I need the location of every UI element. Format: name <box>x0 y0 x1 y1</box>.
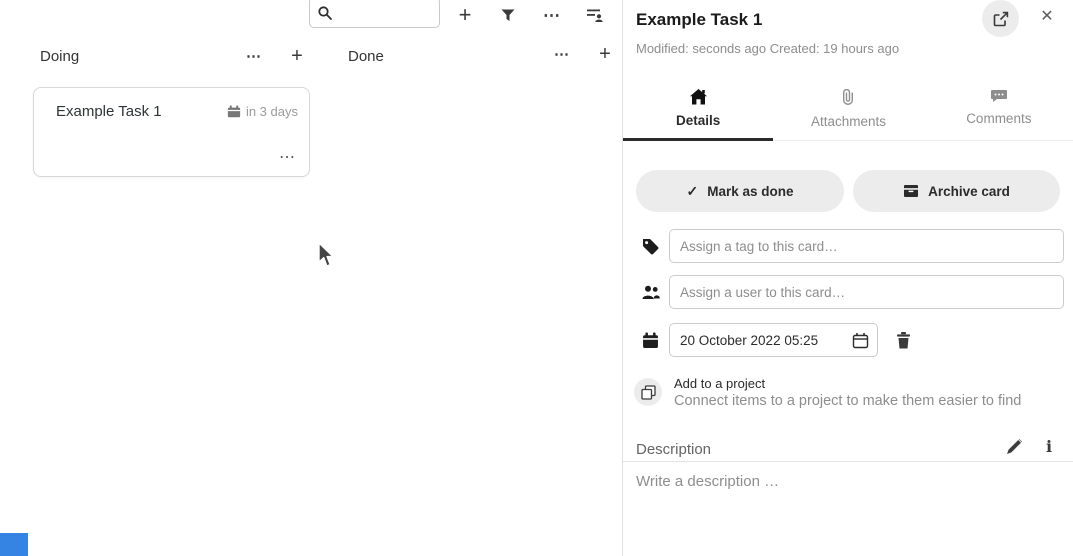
ellipsis-icon: ⋯ <box>279 149 295 166</box>
card-due-text: in 3 days <box>246 104 298 119</box>
filter-button[interactable] <box>494 1 522 29</box>
calendar-picker-icon[interactable] <box>852 332 869 349</box>
due-date-value: 20 October 2022 05:25 <box>680 333 852 348</box>
tab-details-label: Details <box>676 113 720 128</box>
plus-icon: + <box>459 4 472 26</box>
description-placeholder[interactable]: Write a description … <box>636 473 779 490</box>
board-more-button[interactable]: ⋯ <box>538 2 566 28</box>
description-divider <box>623 461 1073 462</box>
task-card[interactable]: Example Task 1 in 3 days ⋯ <box>33 87 310 177</box>
mouse-cursor <box>317 242 337 269</box>
panel-title: Example Task 1 <box>636 10 762 30</box>
ellipsis-icon: ⋯ <box>246 49 262 64</box>
column-done-more-button[interactable]: ⋯ <box>550 43 574 65</box>
mark-as-done-label: Mark as done <box>707 184 793 199</box>
column-doing-add-button[interactable]: + <box>285 43 309 69</box>
tab-attachments[interactable]: Attachments <box>773 84 923 140</box>
close-icon: ✕ <box>1040 8 1053 25</box>
calendar-icon <box>227 105 241 119</box>
card-due-badge: in 3 days <box>227 104 298 119</box>
archive-box-icon <box>903 184 919 198</box>
home-icon <box>690 89 707 105</box>
kanban-board: + ⋯ Doing ⋯ + Done ⋯ <box>0 0 622 556</box>
users-icon <box>642 284 660 300</box>
tab-attachments-label: Attachments <box>811 114 886 129</box>
card-more-button[interactable]: ⋯ <box>279 150 295 166</box>
search-input[interactable] <box>338 5 439 20</box>
external-link-icon <box>993 11 1009 27</box>
search-box[interactable] <box>309 0 440 28</box>
add-to-project-title: Add to a project <box>674 376 765 391</box>
column-title-doing: Doing <box>40 48 79 65</box>
card-details-panel: Example Task 1 Modified: seconds ago Cre… <box>622 0 1073 556</box>
remove-date-button[interactable] <box>887 323 919 357</box>
tab-comments-label: Comments <box>966 111 1031 126</box>
bottom-left-accent <box>0 533 28 556</box>
tag-icon <box>642 238 659 255</box>
panel-meta-text: Modified: seconds ago Created: 19 hours … <box>636 41 899 56</box>
active-tab-indicator <box>623 138 773 141</box>
column-doing-more-button[interactable]: ⋯ <box>242 45 266 67</box>
plus-icon: + <box>599 44 611 64</box>
edit-description-button[interactable] <box>1002 437 1026 459</box>
list-user-icon <box>587 8 603 23</box>
description-info-button[interactable]: i <box>1038 435 1060 457</box>
due-date-field[interactable]: 20 October 2022 05:25 <box>669 323 878 357</box>
calendar-icon <box>642 332 659 349</box>
app-window: + ⋯ Doing ⋯ + Done ⋯ <box>0 0 1073 556</box>
column-done-add-button[interactable]: + <box>593 41 617 67</box>
archive-card-button[interactable]: Archive card <box>853 170 1060 212</box>
search-icon <box>318 6 332 20</box>
projects-icon <box>641 385 656 400</box>
ellipsis-icon: ⋯ <box>543 7 561 24</box>
assigned-view-button[interactable] <box>580 1 610 29</box>
trash-icon <box>896 332 911 349</box>
column-title-done: Done <box>348 48 384 65</box>
check-icon: ✓ <box>686 183 698 200</box>
filter-funnel-icon <box>501 9 515 22</box>
tab-details[interactable]: Details <box>623 84 773 140</box>
comment-bubble-icon <box>991 89 1007 103</box>
tab-comments[interactable]: Comments <box>924 84 1073 140</box>
paperclip-icon <box>842 89 854 106</box>
assign-tag-input[interactable] <box>669 229 1064 263</box>
add-to-project-button[interactable] <box>634 378 662 406</box>
ellipsis-icon: ⋯ <box>554 47 570 62</box>
mark-as-done-button[interactable]: ✓ Mark as done <box>636 170 844 212</box>
open-in-window-button[interactable] <box>982 0 1019 37</box>
info-icon: i <box>1046 437 1052 456</box>
archive-card-label: Archive card <box>928 184 1010 199</box>
assign-user-input[interactable] <box>669 275 1064 309</box>
panel-tabs: Details Attachments Comments <box>623 84 1073 141</box>
description-label: Description <box>636 441 711 458</box>
card-title: Example Task 1 <box>56 103 162 120</box>
plus-icon: + <box>291 46 303 66</box>
close-panel-button[interactable]: ✕ <box>1035 5 1059 29</box>
board-add-button[interactable]: + <box>450 1 480 29</box>
pencil-icon <box>1006 438 1023 455</box>
add-to-project-subtitle: Connect items to a project to make them … <box>674 393 1021 409</box>
